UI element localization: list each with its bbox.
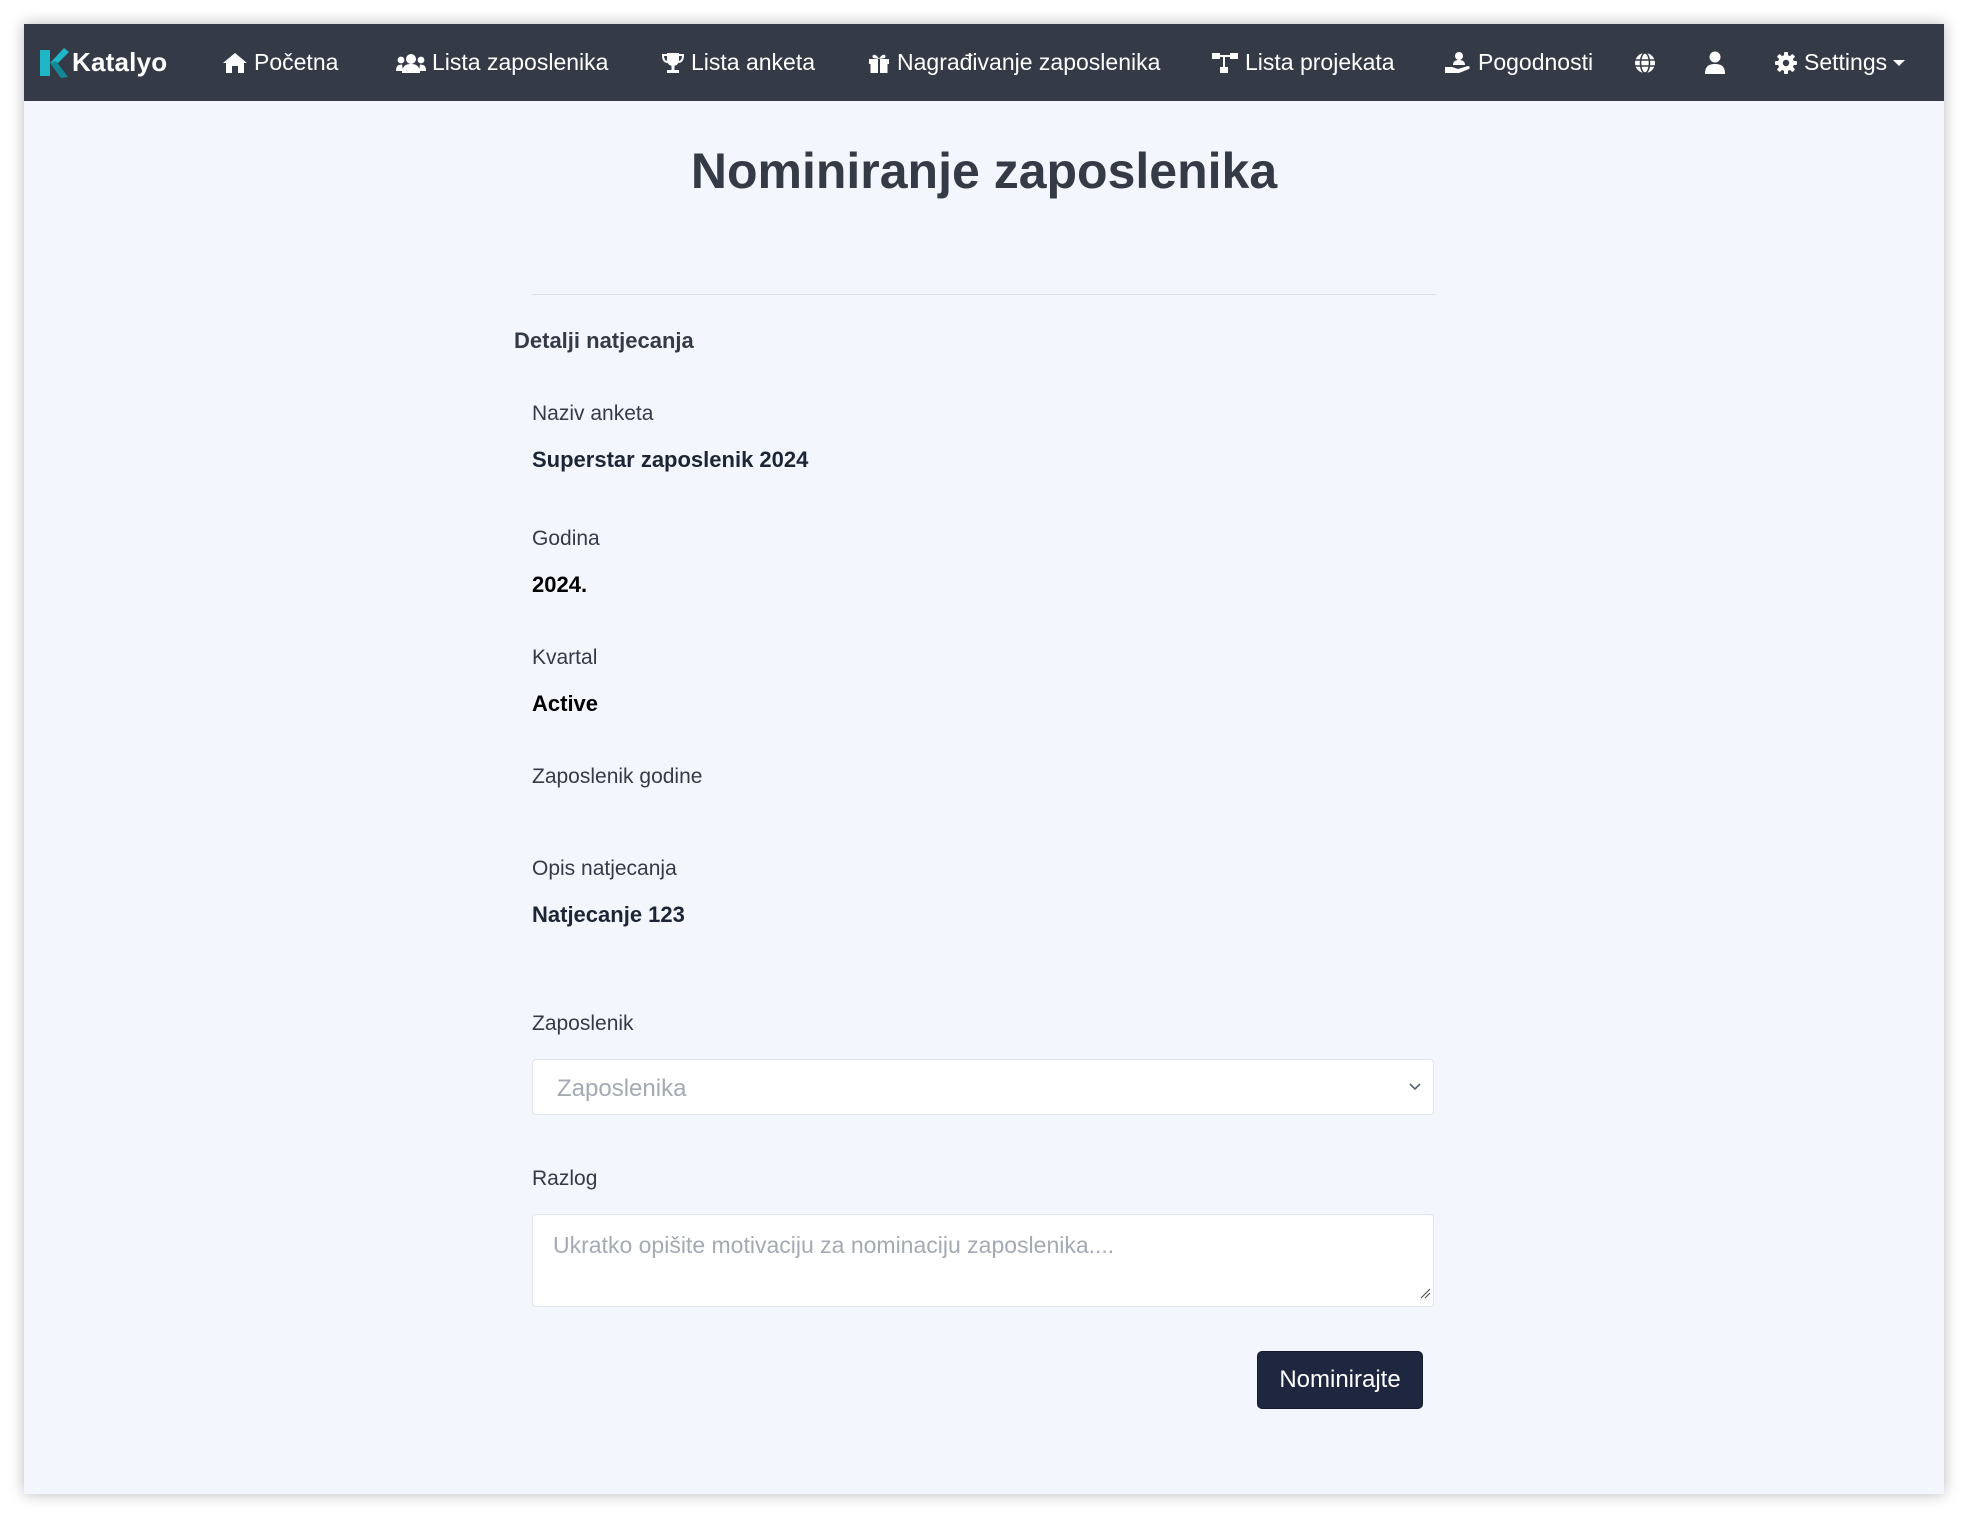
nav-item-label: Lista projekata: [1245, 49, 1395, 75]
field-value-opis-natjecanja: Natjecanje 123: [532, 902, 685, 927]
nav-item-label: Lista zaposlenika: [432, 49, 609, 75]
language-button[interactable]: [1633, 24, 1657, 101]
field-value-naziv-anketa: Superstar zaposlenik 2024: [532, 447, 809, 472]
employee-select[interactable]: Zaposlenika: [532, 1059, 1434, 1115]
sitemap-icon: [1211, 51, 1239, 75]
chevron-down-icon: [1407, 1080, 1423, 1098]
field-value-godina: 2024.: [532, 572, 588, 597]
gear-icon: [1774, 51, 1798, 75]
users-icon: [396, 52, 426, 74]
section-title: Detalji natjecanja: [514, 328, 694, 353]
resize-handle-icon[interactable]: [1419, 1286, 1431, 1304]
trophy-icon: [661, 51, 685, 75]
reason-placeholder: Ukratko opišite motivaciju za nominaciju…: [553, 1232, 1115, 1258]
nav-item-label: Početna: [254, 49, 339, 75]
nav-item-lista-projekata[interactable]: Lista projekata: [1211, 24, 1395, 101]
hand-holding-user-icon: [1444, 51, 1472, 75]
caret-down-icon: [1893, 59, 1906, 67]
employee-label: Zaposlenik: [532, 1012, 634, 1035]
nav-item-label: Nagrađivanje zaposlenika: [897, 49, 1161, 75]
reason-label: Razlog: [532, 1167, 598, 1190]
field-value-kvartal: Active: [532, 691, 599, 716]
globe-icon: [1633, 51, 1657, 75]
reason-textarea[interactable]: Ukratko opišite motivaciju za nominaciju…: [532, 1214, 1434, 1307]
field-label-naziv-anketa: Naziv anketa: [532, 402, 654, 425]
brand-logo[interactable]: Katalyo: [38, 24, 167, 101]
field-label-godina: Godina: [532, 527, 600, 550]
field-label-opis-natjecanja: Opis natjecanja: [532, 857, 677, 880]
field-label-kvartal: Kvartal: [532, 646, 598, 669]
home-icon: [222, 52, 248, 74]
page-title: Nominiranje zaposlenika: [690, 143, 1278, 199]
nav-item-lista-anketa[interactable]: Lista anketa: [661, 24, 815, 101]
settings-label: Settings: [1804, 49, 1888, 75]
employee-select-placeholder: Zaposlenika: [557, 1075, 687, 1102]
app-window: Katalyo Početna Lista zaposlenika Lista …: [24, 24, 1944, 1494]
user-profile-button[interactable]: [1704, 24, 1726, 101]
brand-name: Katalyo: [72, 47, 168, 77]
gift-icon: [867, 51, 891, 75]
nav-item-nagradivanje[interactable]: Nagrađivanje zaposlenika: [867, 24, 1160, 101]
section-divider: [532, 294, 1436, 295]
nav-item-lista-zaposlenika[interactable]: Lista zaposlenika: [396, 24, 608, 101]
top-navbar: Katalyo Početna Lista zaposlenika Lista …: [24, 24, 1944, 101]
katalyo-logo-icon: [38, 46, 70, 80]
user-icon: [1704, 51, 1726, 75]
nav-item-label: Pogodnosti: [1478, 49, 1594, 75]
field-label-zaposlenik-godine: Zaposlenik godine: [532, 765, 703, 788]
nav-item-pogodnosti[interactable]: Pogodnosti: [1444, 24, 1593, 101]
nav-item-pocetna[interactable]: Početna: [222, 24, 338, 101]
nominate-button[interactable]: Nominirajte: [1257, 1351, 1423, 1409]
settings-dropdown[interactable]: Settings: [1774, 24, 1906, 101]
nav-item-label: Lista anketa: [691, 49, 816, 75]
